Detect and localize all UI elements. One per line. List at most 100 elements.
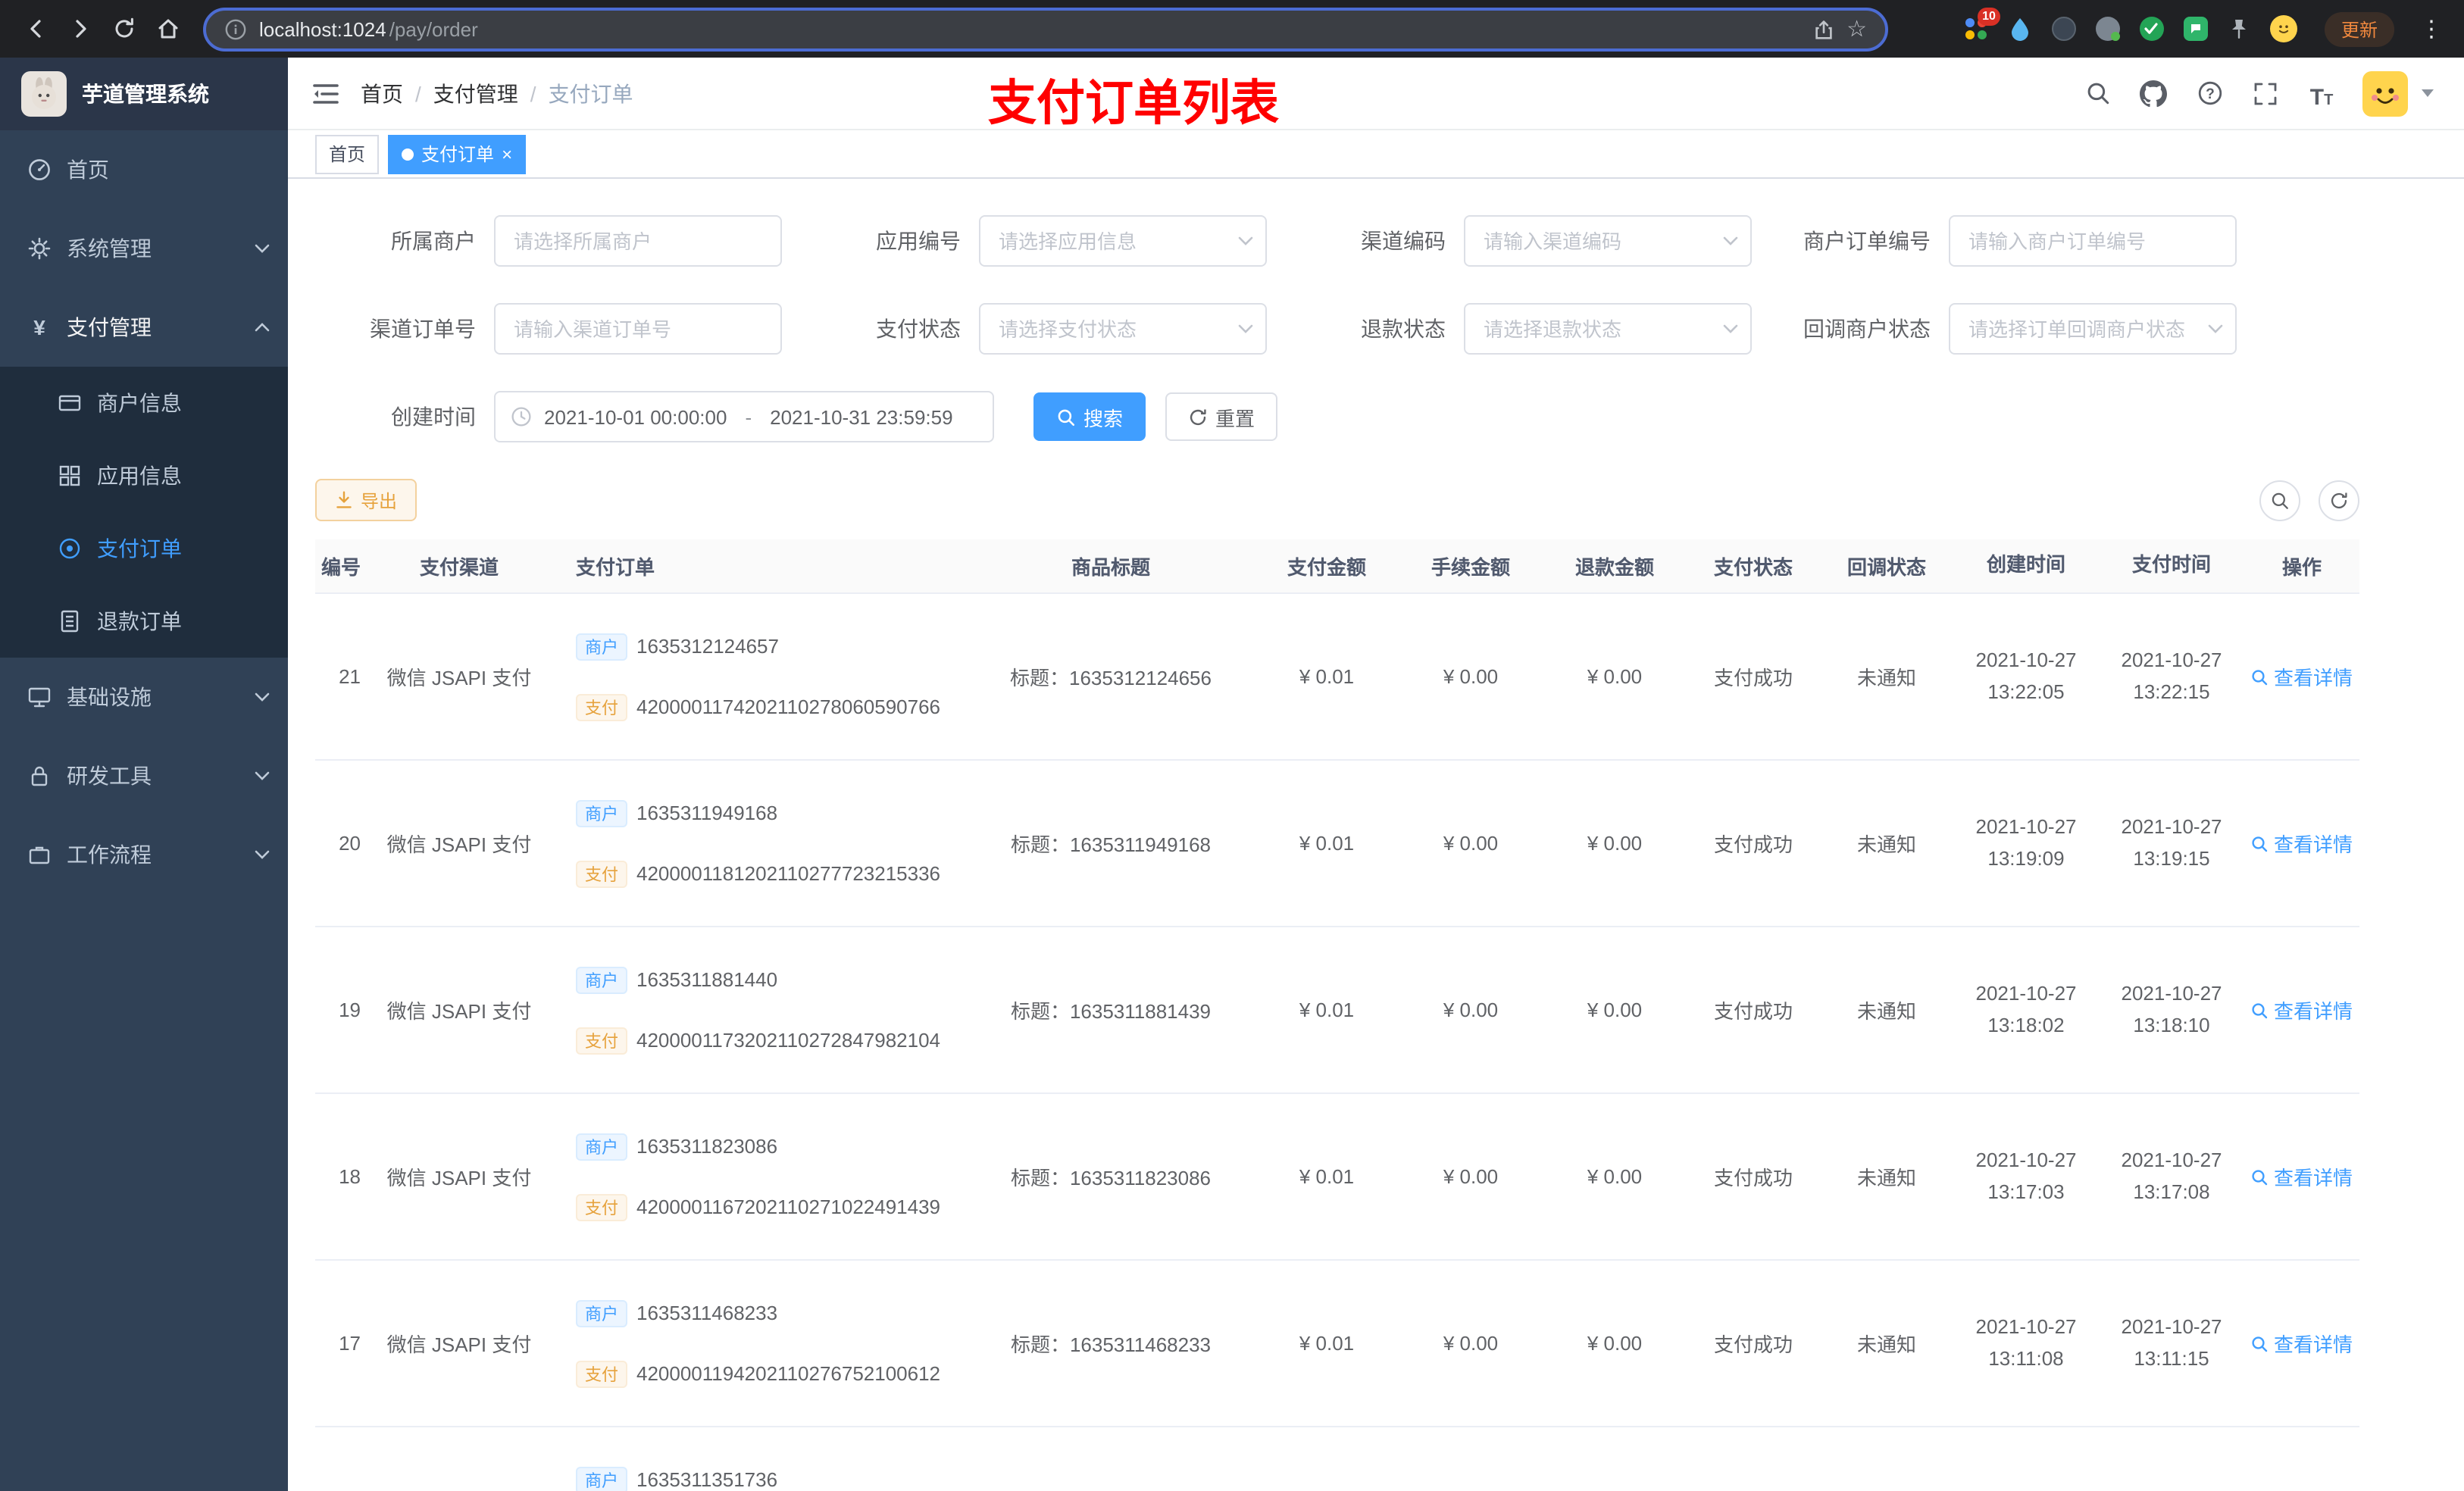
toggle-search-button[interactable] — [2259, 480, 2300, 520]
filter-row-1: 所属商户 应用编号 渠道编码 商户订单编号 — [315, 215, 2437, 267]
back-button[interactable] — [15, 8, 56, 49]
chevron-down-icon — [1723, 324, 1738, 333]
forward-button[interactable] — [59, 8, 100, 49]
table-body: 21 微信 JSAPI 支付 商户 1635312124657 支付 42000… — [315, 594, 2359, 1491]
cell-title — [967, 1427, 1255, 1491]
collapse-sidebar-icon[interactable] — [288, 81, 361, 105]
view-detail-link[interactable]: 查看详情 — [2251, 996, 2353, 1024]
reload-button[interactable] — [103, 8, 144, 49]
cell-action: 查看详情 — [2244, 1094, 2359, 1259]
filter-merchant-order-no: 商户订单编号 — [1770, 215, 2255, 267]
card-icon — [58, 391, 82, 415]
sidebar-item-infra[interactable]: 基础设施 — [0, 658, 288, 736]
profile-avatar-icon[interactable] — [2269, 14, 2299, 44]
col-id: 编号 — [321, 556, 361, 579]
cell-pay-time: 2021-10-27 13:17:08 — [2121, 1148, 2222, 1202]
extension-colorful-icon[interactable]: 10 — [1961, 8, 2000, 44]
url-host: localhost:1024 — [259, 17, 386, 40]
view-detail-link[interactable]: 查看详情 — [2251, 1162, 2353, 1191]
sidebar-item-home[interactable]: 首页 — [0, 130, 288, 209]
tab-home[interactable]: 首页 — [315, 134, 380, 173]
sidebar-item-system[interactable]: 系统管理 — [0, 209, 288, 288]
chevron-up-icon — [255, 323, 270, 332]
extension-grey-circle-icon[interactable] — [2093, 14, 2123, 44]
cell-fee: ¥ 0.00 — [1443, 665, 1499, 688]
app-header: 首页 / 支付管理 / 支付订单 支付订单列表 ? T T — [288, 58, 2464, 130]
reset-button[interactable]: 重置 — [1165, 392, 1278, 441]
pay-status-select[interactable] — [979, 303, 1267, 355]
search-icon[interactable] — [2082, 78, 2112, 108]
cell-fee — [1399, 1427, 1543, 1491]
extension-check-icon[interactable] — [2137, 14, 2167, 44]
create-time-range-picker[interactable]: 2021-10-01 00:00:00 - 2021-10-31 23:59:5… — [494, 391, 994, 442]
refund-status-select[interactable] — [1464, 303, 1752, 355]
sidebar-logo[interactable]: 芋道管理系统 — [0, 58, 288, 130]
chevron-down-icon — [1723, 236, 1738, 245]
cell-id: 20 — [339, 832, 361, 855]
github-icon[interactable] — [2138, 78, 2169, 108]
table-row: 17 微信 JSAPI 支付 商户 1635311468233 支付 42000… — [315, 1261, 2359, 1427]
fullscreen-icon[interactable] — [2250, 78, 2281, 108]
merchant-order-no-input[interactable] — [1949, 215, 2237, 267]
merchant-tag: 商户 — [576, 1299, 627, 1327]
search-button[interactable]: 搜索 — [1033, 392, 1146, 441]
cell-notify-status: 未通知 — [1856, 1167, 1916, 1189]
bookmark-star-icon[interactable]: ☆ — [1846, 17, 1867, 40]
cell-id — [315, 1427, 361, 1491]
sidebar-item-workflow[interactable]: 工作流程 — [0, 815, 288, 894]
grid-icon — [58, 464, 82, 488]
breadcrumb-home[interactable]: 首页 — [361, 78, 403, 108]
merchant-tag: 商户 — [576, 799, 627, 827]
help-icon[interactable]: ? — [2194, 78, 2225, 108]
address-bar[interactable]: localhost:1024/pay/order ☆ — [203, 7, 1888, 51]
channel-code-select[interactable] — [1464, 215, 1752, 267]
sidebar-item-refund-order[interactable]: 退款订单 — [0, 585, 288, 658]
merchant-tag: 商户 — [576, 633, 627, 660]
cell-channel — [361, 1427, 558, 1491]
font-size-icon[interactable]: TT — [2306, 78, 2337, 108]
extension-chat-icon[interactable] — [2181, 14, 2211, 44]
browser-menu-icon[interactable]: ⋮ — [2414, 15, 2449, 42]
notify-status-select[interactable] — [1949, 303, 2237, 355]
caret-down-icon[interactable] — [2422, 89, 2434, 97]
close-tab-icon[interactable]: × — [502, 145, 512, 163]
merchant-select[interactable] — [494, 215, 782, 267]
view-detail-link[interactable]: 查看详情 — [2251, 829, 2353, 858]
extension-pin-icon[interactable] — [2225, 14, 2255, 44]
tab-pay-order[interactable]: 支付订单 × — [388, 134, 527, 173]
sidebar-item-pay-order[interactable]: 支付订单 — [0, 512, 288, 585]
page-annotation: 支付订单列表 — [988, 76, 1280, 130]
channel-order-no: 4200001194202110276752100612 — [636, 1362, 941, 1385]
browser-chrome: localhost:1024/pay/order ☆ 10 更新 ⋮ — [0, 0, 2464, 58]
view-detail-link[interactable]: 查看详情 — [2251, 1329, 2353, 1358]
cell-id: 18 — [339, 1165, 361, 1188]
export-button[interactable]: 导出 — [315, 479, 417, 521]
header-actions: ? TT — [2082, 70, 2464, 116]
filter-row-2: 渠道订单号 支付状态 退款状态 回调商户状态 — [315, 303, 2437, 355]
site-info-icon[interactable] — [224, 17, 247, 40]
cell-action: 查看详情 — [2244, 594, 2359, 759]
user-avatar[interactable] — [2362, 70, 2408, 116]
sidebar-item-app-info[interactable]: 应用信息 — [0, 439, 288, 512]
cell-title: 标题：1635311949168 — [1010, 833, 1212, 856]
channel-order-no-input[interactable] — [494, 303, 782, 355]
cell-pay-time: 2021-10-27 13:19:15 — [2121, 814, 2222, 869]
home-button[interactable] — [147, 8, 188, 49]
cell-create-time: 2021-10-27 13:11:08 — [1975, 1314, 2077, 1369]
share-icon[interactable] — [1812, 17, 1834, 40]
sidebar-item-payment[interactable]: ¥ 支付管理 — [0, 288, 288, 367]
chevron-down-icon — [1238, 324, 1253, 333]
cell-action: 查看详情 — [2244, 927, 2359, 1092]
view-detail-link[interactable]: 查看详情 — [2251, 662, 2353, 691]
filter-channel-code: 渠道编码 — [1285, 215, 1770, 267]
chevron-down-icon — [255, 850, 270, 859]
app-select[interactable] — [979, 215, 1267, 267]
update-button[interactable]: 更新 — [2324, 11, 2394, 46]
refresh-table-button[interactable] — [2319, 480, 2359, 520]
extension-dark-circle-icon[interactable] — [2049, 14, 2079, 44]
sidebar-item-merchant-info[interactable]: 商户信息 — [0, 367, 288, 439]
sidebar-item-dev-tools[interactable]: 研发工具 — [0, 736, 288, 815]
extension-drop-icon[interactable] — [2005, 14, 2035, 44]
breadcrumb-payment[interactable]: 支付管理 — [433, 78, 518, 108]
cell-status: 支付成功 — [1713, 1167, 1793, 1189]
